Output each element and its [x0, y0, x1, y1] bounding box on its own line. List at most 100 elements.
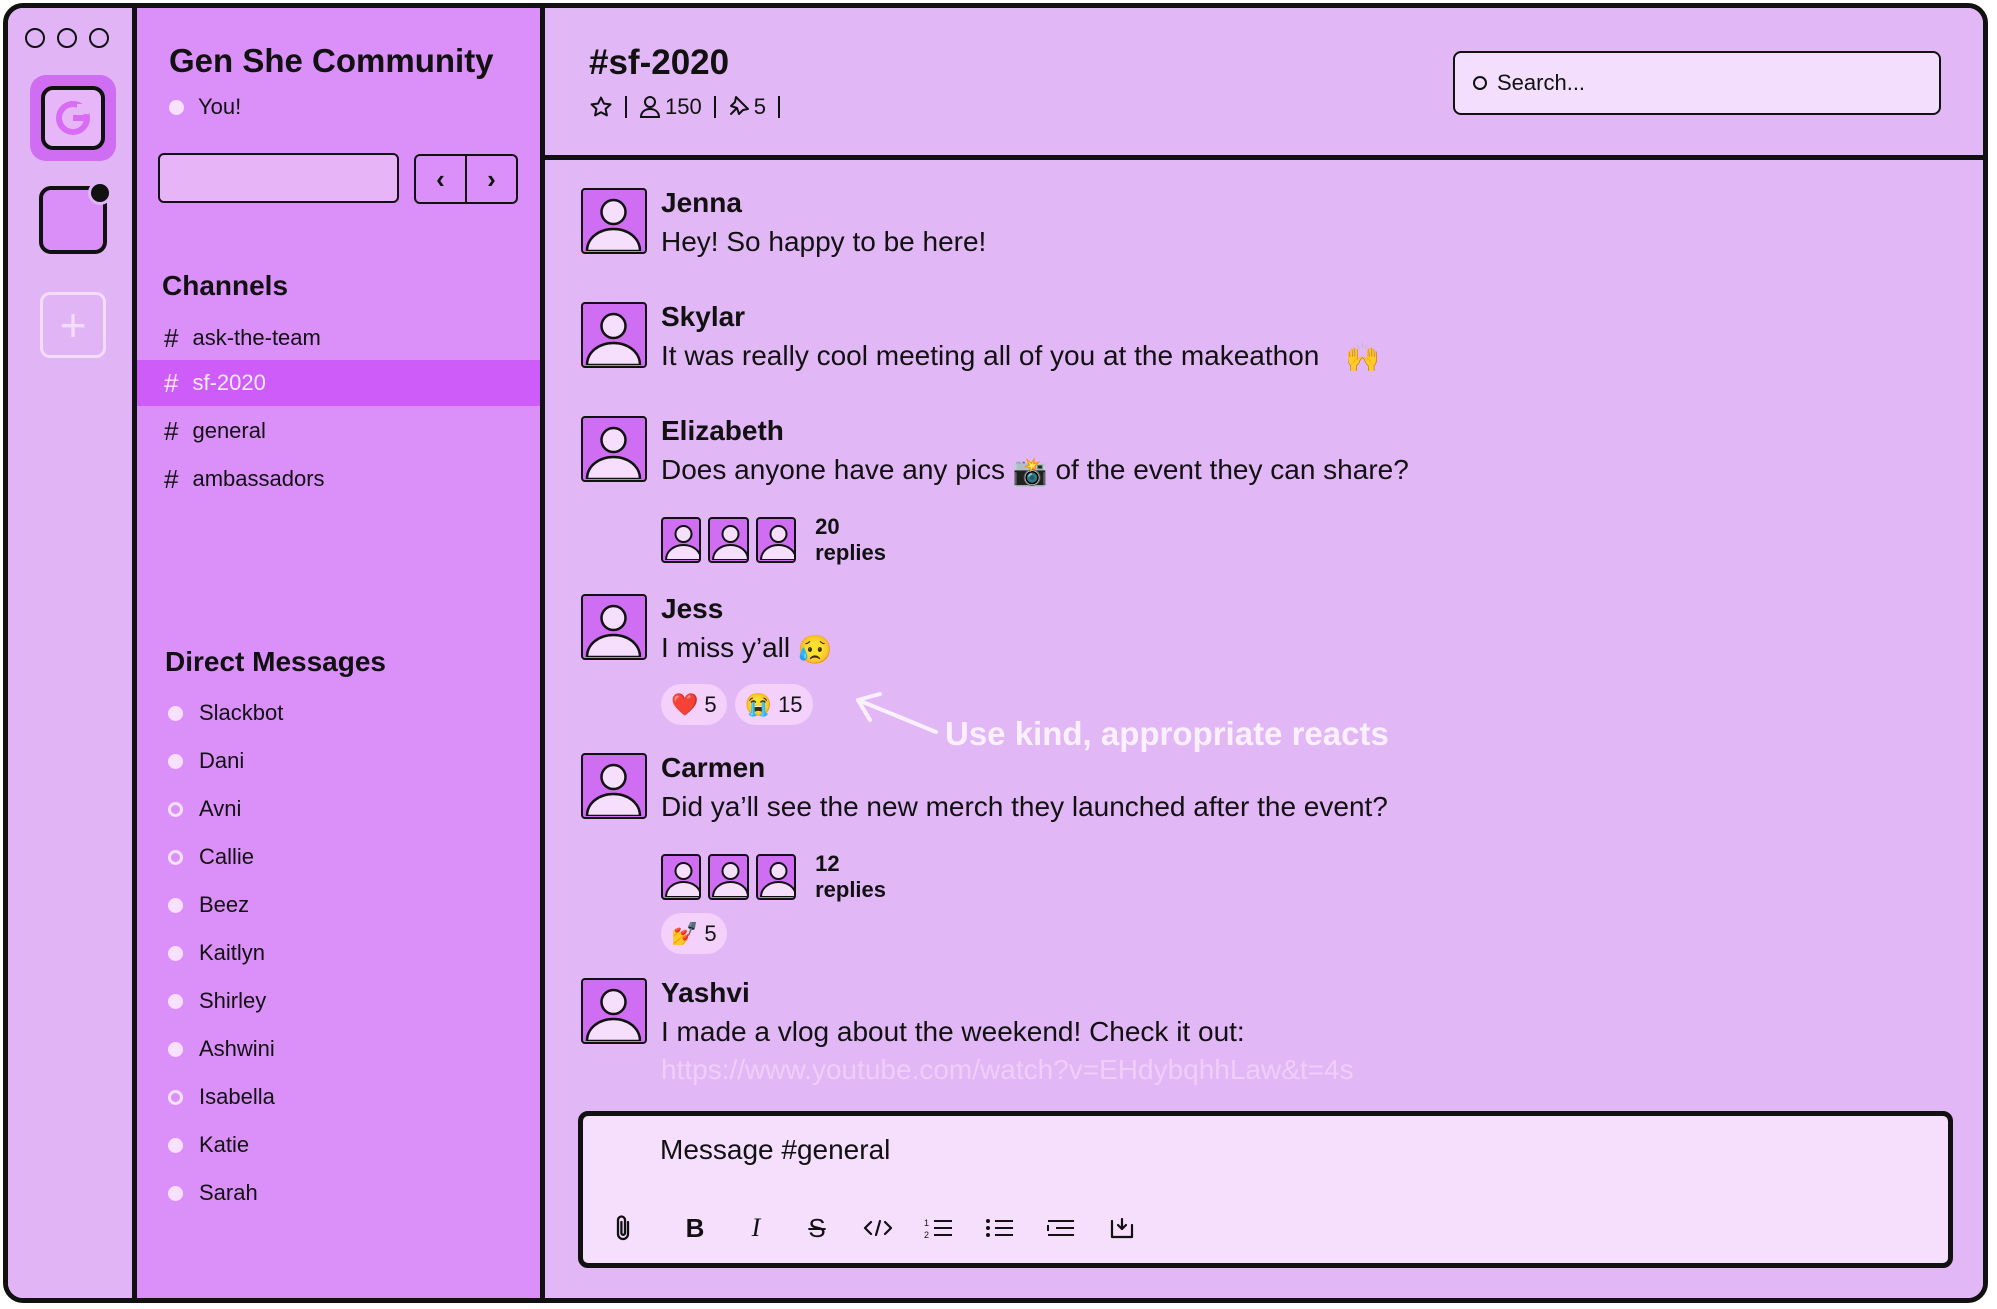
dm-sarah[interactable]: Sarah — [168, 1180, 258, 1206]
divider — [713, 96, 716, 118]
member-count: 150 — [665, 94, 702, 119]
channel-ambassadors[interactable]: # ambassadors — [137, 456, 540, 502]
maximize-window-button[interactable] — [89, 28, 109, 48]
message-author[interactable]: Elizabeth — [661, 415, 784, 447]
reaction-crying[interactable]: 😭 15 — [734, 684, 813, 725]
presence-online-icon — [168, 705, 183, 721]
channel-label: ambassadors — [192, 466, 325, 491]
ordered-list-icon[interactable]: 12 — [919, 1208, 959, 1248]
presence-dot-icon — [169, 99, 184, 115]
bold-icon[interactable]: B — [675, 1208, 715, 1248]
message-author[interactable]: Jess — [661, 593, 723, 625]
code-icon[interactable] — [858, 1208, 898, 1248]
user-status-label: You! — [198, 94, 242, 119]
reply-avatar — [708, 854, 749, 900]
message-author[interactable]: Yashvi — [661, 977, 750, 1009]
shortcut-icon[interactable] — [1102, 1208, 1142, 1248]
presence-away-icon — [168, 1089, 183, 1105]
divider — [777, 96, 780, 118]
direct-messages-heading[interactable]: Direct Messages — [165, 646, 386, 678]
reaction-nail-polish[interactable]: 💅 5 — [661, 913, 727, 954]
star-icon — [590, 96, 612, 117]
message-body: It was really cool meeting all of you at… — [661, 340, 1380, 374]
message-link[interactable]: https://www.youtube.com/watch?v=EHdybqhh… — [661, 1054, 1354, 1086]
channel-view: #sf-2020 150 5 Search... Jenna Hey! So h… — [545, 8, 1983, 1298]
user-status[interactable]: You! — [169, 94, 241, 120]
dm-katie[interactable]: Katie — [168, 1132, 249, 1158]
hash-icon: # — [164, 415, 179, 446]
dm-name: Dani — [199, 748, 245, 773]
workspace-gen-she[interactable] — [30, 75, 116, 161]
svg-text:2: 2 — [924, 1230, 929, 1240]
channel-ask-the-team[interactable]: # ask-the-team — [137, 315, 540, 361]
message-composer[interactable]: Message #general B I S 12 — [578, 1111, 1953, 1268]
reaction-count: 15 — [778, 691, 803, 717]
dm-beez[interactable]: Beez — [168, 892, 249, 918]
italic-icon[interactable]: I — [736, 1208, 776, 1248]
raised-hands-emoji: 🙌 — [1345, 342, 1381, 374]
avatar[interactable] — [581, 753, 647, 819]
sidebar-search-input[interactable] — [158, 153, 399, 203]
channel-header: #sf-2020 150 5 Search... — [545, 8, 1983, 160]
formatting-toolbar: B I S 12 — [603, 1208, 1163, 1248]
thread-replies[interactable]: 12 replies — [661, 851, 903, 903]
pinned-count-button[interactable]: 5 — [728, 94, 766, 120]
channel-label: sf-2020 — [192, 370, 266, 395]
message-author[interactable]: Carmen — [661, 752, 765, 784]
dm-dani[interactable]: Dani — [168, 748, 244, 774]
message-text: of the event they can share? — [1055, 454, 1409, 485]
dm-isabella[interactable]: Isabella — [168, 1084, 275, 1110]
window-controls — [25, 28, 109, 48]
message-author[interactable]: Jenna — [661, 187, 742, 219]
divider — [625, 96, 627, 118]
message-text: Hey! So happy to be here! — [661, 226, 987, 257]
message-author[interactable]: Skylar — [661, 301, 745, 333]
forward-button[interactable]: › — [465, 156, 516, 202]
heart-emoji: ❤️ — [671, 691, 699, 717]
pinned-count: 5 — [753, 94, 766, 119]
channel-general[interactable]: # general — [137, 408, 540, 454]
strikethrough-icon[interactable]: S — [797, 1208, 837, 1248]
add-workspace-button[interactable]: + — [40, 292, 106, 358]
search-input[interactable]: Search... — [1453, 51, 1941, 115]
reaction-heart[interactable]: ❤️ 5 — [661, 684, 727, 725]
channel-title[interactable]: #sf-2020 — [589, 43, 729, 83]
dm-name: Katie — [199, 1132, 250, 1157]
workspace-name[interactable]: Gen She Community — [169, 42, 494, 80]
avatar[interactable] — [581, 594, 647, 660]
bullet-list-icon[interactable] — [980, 1208, 1020, 1248]
avatar[interactable] — [581, 978, 647, 1044]
avatar[interactable] — [581, 416, 647, 482]
person-icon — [639, 96, 661, 118]
dm-kaitlyn[interactable]: Kaitlyn — [168, 940, 265, 966]
avatar[interactable] — [581, 302, 647, 368]
workspace-second[interactable] — [39, 181, 112, 254]
reply-count: 12 replies — [815, 851, 887, 902]
indent-icon[interactable] — [1041, 1208, 1081, 1248]
reactions: ❤️ 5 😭 15 — [661, 684, 813, 725]
back-button[interactable]: ‹ — [416, 156, 465, 202]
member-count-button[interactable]: 150 — [639, 94, 702, 120]
dm-shirley[interactable]: Shirley — [168, 988, 266, 1014]
close-window-button[interactable] — [25, 28, 45, 48]
channels-heading[interactable]: Channels — [162, 270, 288, 302]
dm-slackbot[interactable]: Slackbot — [168, 700, 283, 726]
presence-online-icon — [168, 897, 183, 913]
star-channel-button[interactable] — [589, 95, 613, 119]
avatar[interactable] — [581, 188, 647, 254]
dm-name: Ashwini — [199, 1036, 275, 1061]
search-placeholder: Search... — [1497, 70, 1586, 95]
message-text: Does anyone have any pics — [661, 454, 1005, 485]
dm-name: Callie — [199, 844, 255, 869]
presence-online-icon — [168, 1041, 183, 1057]
minimize-window-button[interactable] — [57, 28, 77, 48]
dm-name: Slackbot — [199, 700, 284, 725]
attach-icon[interactable] — [603, 1208, 643, 1248]
camera-emoji: 📸 — [1012, 456, 1048, 488]
dm-ashwini[interactable]: Ashwini — [168, 1036, 275, 1062]
dm-avni[interactable]: Avni — [168, 796, 241, 822]
thread-replies[interactable]: 20 replies — [661, 514, 903, 566]
dm-callie[interactable]: Callie — [168, 844, 254, 870]
channel-sf-2020[interactable]: # sf-2020 — [137, 360, 540, 406]
presence-away-icon — [168, 801, 183, 817]
